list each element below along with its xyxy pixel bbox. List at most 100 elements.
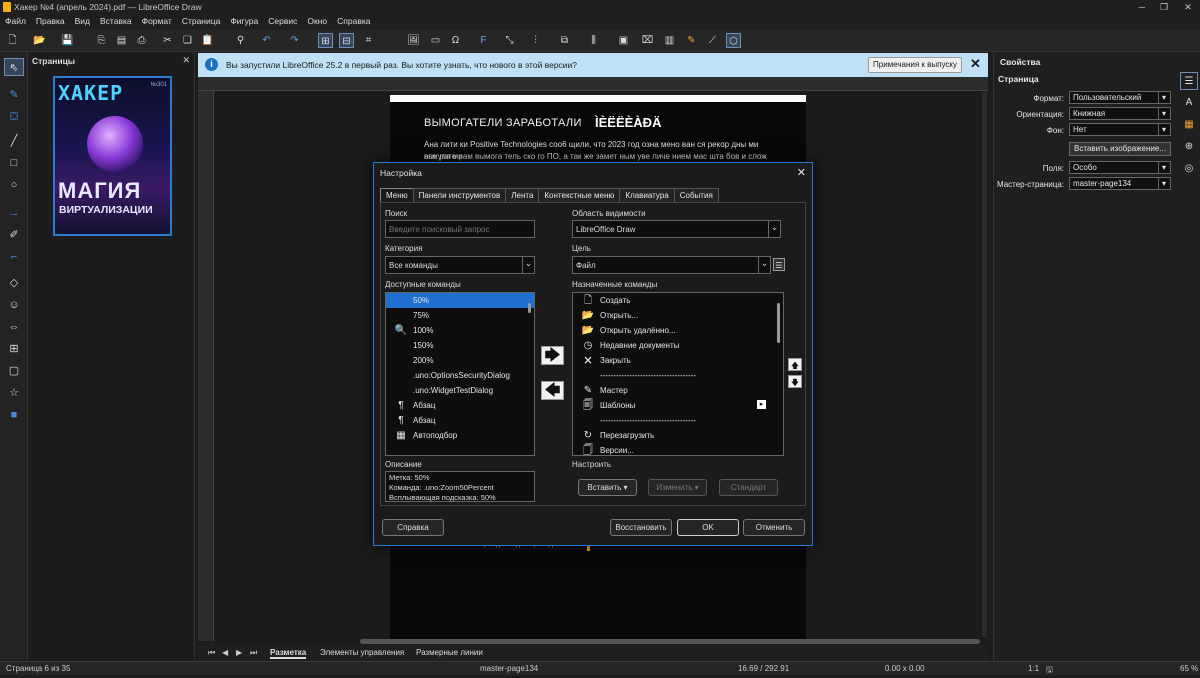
gallery-deck-icon[interactable]: ▦ <box>1180 116 1198 134</box>
export-icon[interactable]: ⎘ <box>94 33 109 48</box>
redo-icon[interactable]: ↷ <box>287 33 302 48</box>
tab-dimension-lines[interactable]: Размерные линии <box>416 648 483 657</box>
close-window-button[interactable]: ✕ <box>1176 0 1200 14</box>
available-commands-list[interactable]: 50% 75% 🔍 100% 150% 200% .uno:OptionsSecurityD… <box>385 292 535 456</box>
tab-ribbon[interactable]: Лента <box>505 188 540 202</box>
master-page-dropdown[interactable]: master-page134 <box>1069 177 1171 190</box>
horizontal-scrollbar[interactable] <box>360 639 980 644</box>
grid-icon[interactable]: ⊞ <box>318 33 333 48</box>
add-command-button[interactable]: 🡆 <box>541 346 564 365</box>
orientation-dropdown[interactable]: Книжная <box>1069 107 1171 120</box>
assigned-commands-list[interactable]: 🗋 Создать 📂 Открыть... 📂 Открыть удалённо... ◷… <box>572 292 784 456</box>
assigned-command-item[interactable]: 📂 Открыть... <box>573 308 783 323</box>
scope-select[interactable]: LibreOffice Draw <box>572 220 781 238</box>
background-dropdown[interactable]: Нет <box>1069 123 1171 136</box>
menu-insert[interactable]: Вставка <box>95 14 137 28</box>
fontwork-icon[interactable]: F <box>476 33 491 48</box>
assigned-scrollbar[interactable] <box>776 295 782 453</box>
available-scrollbar[interactable] <box>527 295 533 453</box>
menu-shape[interactable]: Фигура <box>225 14 263 28</box>
maximize-button[interactable]: ❐ <box>1152 0 1176 14</box>
assigned-command-item[interactable]: ↻ Перезагрузить <box>573 428 783 443</box>
release-notes-button[interactable]: Примечания к выпуску <box>868 57 962 73</box>
select-icon[interactable]: ⇖ <box>4 58 24 76</box>
navigator-deck-icon[interactable]: ⊕ <box>1180 138 1198 156</box>
fill-color-icon[interactable]: ⛋ <box>4 108 24 126</box>
copy-icon[interactable]: ❏ <box>180 33 195 48</box>
assigned-command-item[interactable]: 🗍 Версии... <box>573 443 783 455</box>
transform-icon[interactable]: ⤡ <box>502 33 517 48</box>
default-button[interactable]: Стандарт <box>719 479 778 496</box>
tab-events[interactable]: События <box>673 188 719 202</box>
format-dropdown[interactable]: Пользовательский <box>1069 91 1171 104</box>
prev-page-icon[interactable]: ◀ <box>222 648 228 657</box>
shadow-icon[interactable]: ▣ <box>616 33 631 48</box>
flowchart-icon[interactable]: ⊞ <box>4 340 24 358</box>
dialog-close-icon[interactable]: ✕ <box>797 166 806 179</box>
assigned-command-item[interactable]: 🗋 Создать <box>573 293 783 308</box>
status-page[interactable]: Страница 6 из 35 <box>6 664 70 673</box>
available-command-item[interactable]: 200% <box>386 353 534 368</box>
menu-edit[interactable]: Правка <box>31 14 70 28</box>
distribute-icon[interactable]: ⫼ <box>586 33 601 48</box>
assigned-command-item[interactable]: ------------------------------------ <box>573 413 783 428</box>
menu-tools[interactable]: Сервис <box>263 14 302 28</box>
textbox-icon[interactable]: ▭ <box>428 33 443 48</box>
tab-controls[interactable]: Элементы управления <box>320 648 404 657</box>
menu-file[interactable]: Файл <box>0 14 31 28</box>
available-command-item[interactable]: 150% <box>386 338 534 353</box>
page-thumbnail[interactable]: ХАКЕР №301 МАГИЯ ВИРТУАЛИЗАЦИИ <box>53 76 172 236</box>
move-up-icon[interactable]: 🡅 <box>788 358 802 371</box>
page-section-title[interactable]: Страница <box>998 74 1039 84</box>
assigned-command-item[interactable]: 🗙 Закрыть <box>573 353 783 368</box>
vertical-ruler[interactable] <box>198 91 214 641</box>
align-icon[interactable]: ⫶ <box>528 33 543 48</box>
assigned-command-item[interactable]: ------------------------------------ <box>573 368 783 383</box>
minimize-button[interactable]: ─ <box>1130 0 1154 14</box>
category-select[interactable]: Все команды <box>385 256 535 274</box>
zoom-pan-icon[interactable]: ⌗ <box>361 33 376 48</box>
close-infobar-icon[interactable]: ✕ <box>970 56 981 72</box>
first-page-icon[interactable]: ⏮ <box>208 648 215 658</box>
ok-button[interactable]: OK <box>677 519 739 536</box>
block-arrows-icon[interactable]: ⇔ <box>4 318 24 336</box>
available-command-item[interactable]: ¶ Абзац <box>386 413 534 428</box>
show-draw-functions-icon[interactable]: ⬡ <box>726 33 741 48</box>
menu-page[interactable]: Страница <box>177 14 226 28</box>
new-icon[interactable]: 🗋 <box>5 33 20 48</box>
connector-icon[interactable]: ⌐ <box>4 248 24 266</box>
last-page-icon[interactable]: ⏭ <box>250 648 257 658</box>
close-panel-icon[interactable]: ✕ <box>182 55 190 66</box>
special-char-icon[interactable]: Ω <box>448 33 463 48</box>
menu-window[interactable]: Окно <box>302 14 332 28</box>
menu-view[interactable]: Вид <box>70 14 95 28</box>
insert-menu-button[interactable]: Вставить ▾ <box>578 479 637 496</box>
assigned-command-item[interactable]: 📂 Открыть удалённо... <box>573 323 783 338</box>
curve-icon[interactable]: ✐ <box>4 226 24 244</box>
assigned-command-item[interactable]: ✎ Мастер <box>573 383 783 398</box>
clone-formatting-icon[interactable]: ⚲ <box>233 33 248 48</box>
available-command-item[interactable]: .uno:WidgetTestDialog <box>386 383 534 398</box>
tab-toolbars[interactable]: Панели инструментов <box>412 188 507 202</box>
cancel-button[interactable]: Отменить <box>743 519 805 536</box>
stars-icon[interactable]: ☆ <box>4 384 24 402</box>
print-icon[interactable]: ⎙ <box>134 33 149 48</box>
target-menu-gear-icon[interactable]: ☰ <box>773 258 785 271</box>
cut-icon[interactable]: ✂ <box>160 33 175 48</box>
open-icon[interactable]: 📂 <box>32 33 47 48</box>
points-icon[interactable]: ✎ <box>684 33 699 48</box>
arrange-icon[interactable]: ⧉ <box>557 33 572 48</box>
assigned-command-item[interactable]: ◷ Недавние документы <box>573 338 783 353</box>
callouts-icon[interactable]: ▢ <box>4 362 24 380</box>
crop-icon[interactable]: ⌧ <box>640 33 655 48</box>
available-command-item[interactable]: ¶ Абзац <box>386 398 534 413</box>
glue-points-icon[interactable]: ⟋ <box>705 33 720 48</box>
status-zoom[interactable]: 65 % <box>1180 664 1198 673</box>
assigned-command-item[interactable]: 🗐 Шаблоны ▸ <box>573 398 783 413</box>
available-command-item[interactable]: 50% <box>386 293 534 308</box>
vertical-scrollbar[interactable] <box>982 92 987 637</box>
undo-icon[interactable]: ↶ <box>259 33 274 48</box>
available-command-item[interactable]: .uno:OptionsSecurityDialog <box>386 368 534 383</box>
reset-button[interactable]: Восстановить <box>610 519 672 536</box>
line-color-icon[interactable]: ✎ <box>4 86 24 104</box>
